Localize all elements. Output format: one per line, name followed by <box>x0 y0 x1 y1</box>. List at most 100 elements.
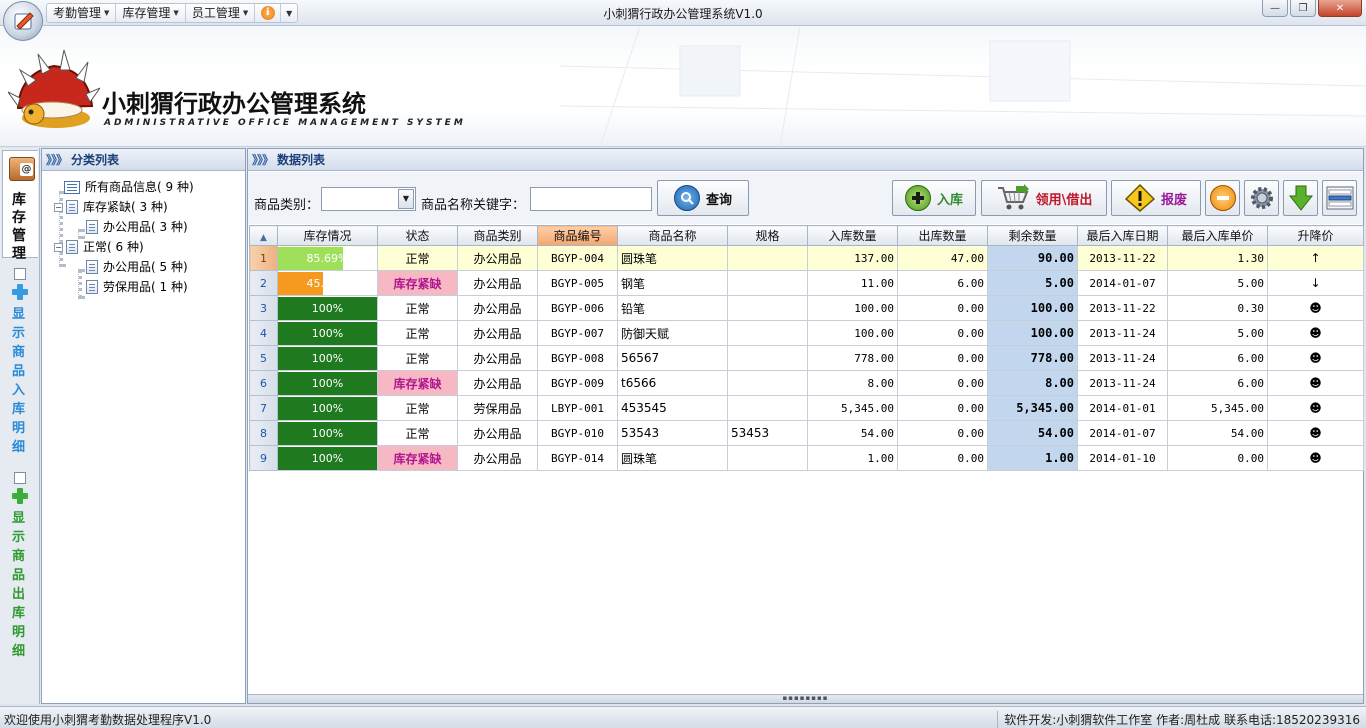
row-index[interactable]: 7 <box>249 395 278 421</box>
stock-out-detail-checkbox[interactable] <box>14 472 26 484</box>
collapse-toggle-icon[interactable]: − <box>54 242 63 252</box>
row-index[interactable]: 8 <box>249 420 278 446</box>
last-price-cell: 6.00 <box>1167 345 1268 371</box>
select-all-header[interactable]: ▲ <box>249 225 278 246</box>
code-cell: BGYP-008 <box>537 345 618 371</box>
tree-node-normal-office[interactable]: 办公用品( 5 种) <box>42 257 245 277</box>
column-header[interactable]: 最后入库日期 <box>1077 225 1168 246</box>
row-index[interactable]: 3 <box>249 295 278 321</box>
option-show-stock-in[interactable]: 显示商品入库明细 <box>12 268 32 457</box>
table-row[interactable]: 5 100% 正常 办公用品 BGYP-008 56567 778.00 0.00 778.00… <box>249 345 1364 371</box>
stock-percent: 100% <box>311 301 344 315</box>
quick-access-dropdown[interactable]: ▼ <box>281 9 297 18</box>
column-header[interactable]: 规格 <box>727 225 808 246</box>
table-row[interactable]: 1 85.69% 正常 办公用品 BGYP-004 圆珠笔 137.00 47.00 90.00… <box>249 245 1364 271</box>
app-menu-button[interactable] <box>3 1 43 41</box>
name-cell: 钢笔 <box>617 270 728 296</box>
status-message: 欢迎使用小刺猬考勤数据处理程序V1.0 <box>4 713 212 727</box>
stock-in-button[interactable]: 入库 <box>892 180 976 216</box>
tree-node-stock-short[interactable]: − 库存紧缺( 3 种) <box>42 197 245 217</box>
code-cell: BGYP-004 <box>537 245 618 271</box>
row-index[interactable]: 9 <box>249 445 278 471</box>
column-header[interactable]: 状态 <box>377 225 458 246</box>
document-icon <box>66 240 78 254</box>
close-button[interactable]: ✕ <box>1318 0 1362 17</box>
export-button[interactable] <box>1283 180 1318 216</box>
borrow-button[interactable]: 领用\借出 <box>981 180 1107 216</box>
data-panel-header: 》》》 数据列表 <box>248 149 1363 171</box>
search-button[interactable]: 查询 <box>657 180 749 216</box>
collapse-toggle-icon[interactable]: − <box>54 202 63 212</box>
tree-node-normal[interactable]: − 正常( 6 种) <box>42 237 245 257</box>
menu-inventory[interactable]: 库存管理 ▼ <box>116 4 186 22</box>
name-cell: 圆珠笔 <box>617 445 728 471</box>
row-index[interactable]: 5 <box>249 345 278 371</box>
column-header[interactable]: 商品类别 <box>457 225 538 246</box>
bottom-splitter[interactable]: ▪▪▪▪▪▪▪▪ <box>248 694 1363 703</box>
column-list-button[interactable] <box>1322 180 1357 216</box>
table-row[interactable]: 3 100% 正常 办公用品 BGYP-006 铅笔 100.00 0.00 100.00 201… <box>249 295 1364 321</box>
category-panel: 》》》 分类列表 所有商品信息( 9 种) − 库存紧缺( 3 种) 办公用品(… <box>41 148 246 704</box>
column-header[interactable]: 入库数量 <box>807 225 898 246</box>
column-header[interactable]: 商品名称 <box>617 225 728 246</box>
row-index[interactable]: 4 <box>249 320 278 346</box>
scrap-button[interactable]: 报废 <box>1111 180 1201 216</box>
minimize-button[interactable]: — <box>1262 0 1288 17</box>
table-row[interactable]: 7 100% 正常 劳保用品 LBYP-001 453545 5,345.00 0.00 5,3… <box>249 395 1364 421</box>
table-row[interactable]: 4 100% 正常 办公用品 BGYP-007 防御天赋 100.00 0.00 100.00 2… <box>249 320 1364 346</box>
category-tree: 所有商品信息( 9 种) − 库存紧缺( 3 种) 办公用品( 3 种) − 正… <box>42 171 245 299</box>
column-header[interactable]: 升降价 <box>1267 225 1364 246</box>
sort-icon: ▲ <box>260 232 267 243</box>
table-row[interactable]: 2 45.45% 库存紧缺 办公用品 BGYP-005 钢笔 11.00 6.00 5.00 20… <box>249 270 1364 296</box>
code-cell: BGYP-007 <box>537 320 618 346</box>
maximize-button[interactable]: ❐ <box>1290 0 1316 17</box>
chevron-down-icon[interactable]: ▼ <box>398 189 414 209</box>
column-header[interactable]: 最后入库单价 <box>1167 225 1268 246</box>
remain-qty-cell: 100.00 <box>987 320 1078 346</box>
stock-progress-bar: 100% <box>278 446 377 470</box>
category-panel-title: 分类列表 <box>71 152 120 167</box>
category-select[interactable]: ▼ <box>321 187 416 211</box>
code-cell: BGYP-006 <box>537 295 618 321</box>
code-cell: BGYP-010 <box>537 420 618 446</box>
stock-in-detail-label: 显示商品入库明细 <box>12 307 26 455</box>
in-qty-cell: 5,345.00 <box>807 395 898 421</box>
column-header[interactable]: 剩余数量 <box>987 225 1078 246</box>
last-price-cell: 5.00 <box>1167 320 1268 346</box>
row-index[interactable]: 1 <box>249 245 278 271</box>
menu-employee[interactable]: 员工管理 ▼ <box>186 4 256 22</box>
table-body: 1 85.69% 正常 办公用品 BGYP-004 圆珠笔 137.00 47.00 90.00… <box>249 245 1364 471</box>
remove-button[interactable] <box>1205 180 1240 216</box>
tree-node-short-office[interactable]: 办公用品( 3 种) <box>42 217 245 237</box>
row-index[interactable]: 2 <box>249 270 278 296</box>
double-chevron-icon: 》》》 <box>252 152 274 167</box>
remain-qty-cell: 100.00 <box>987 295 1078 321</box>
price-trend-cell: ↑ <box>1267 245 1364 271</box>
stock-level-cell: 100% <box>277 420 378 446</box>
table-row[interactable]: 6 100% 库存紧缺 办公用品 BGYP-009 t6566 8.00 0.00 8.00 20… <box>249 370 1364 396</box>
menu-attendance[interactable]: 考勤管理 ▼ <box>47 4 117 22</box>
tree-node-normal-labor[interactable]: 劳保用品( 1 种) <box>42 277 245 297</box>
tab-inventory-management[interactable]: @ 库存管理 <box>2 150 38 262</box>
column-header[interactable]: 出库数量 <box>897 225 988 246</box>
status-bar: 欢迎使用小刺猬考勤数据处理程序V1.0 软件开发:小刺猬软件工作室 作者:周杜成… <box>0 706 1366 728</box>
spec-cell <box>727 445 808 471</box>
category-filter-label: 商品类别： <box>254 198 320 213</box>
row-index[interactable]: 6 <box>249 370 278 396</box>
stock-percent: 100% <box>311 326 344 340</box>
column-header-sorted[interactable]: 商品编号 <box>537 225 618 246</box>
name-cell: 防御天赋 <box>617 320 728 346</box>
help-button[interactable]: i <box>255 4 282 22</box>
stock-in-detail-checkbox[interactable] <box>14 268 26 280</box>
option-show-stock-out[interactable]: 显示商品出库明细 <box>12 472 32 661</box>
table-row[interactable]: 9 100% 库存紧缺 办公用品 BGYP-014 圆珠笔 1.00 0.00 1.00 2014… <box>249 445 1364 471</box>
stock-progress-bar: 100% <box>278 421 377 445</box>
spec-cell <box>727 295 808 321</box>
spec-cell <box>727 245 808 271</box>
tree-node-all-products[interactable]: 所有商品信息( 9 种) <box>42 177 245 197</box>
double-chevron-icon: 》》》 <box>46 152 68 167</box>
column-header[interactable]: 库存情况 <box>277 225 378 246</box>
keyword-input[interactable] <box>530 187 652 211</box>
table-row[interactable]: 8 100% 正常 办公用品 BGYP-010 53543 53453 54.00 0.00 54… <box>249 420 1364 446</box>
settings-button[interactable] <box>1244 180 1279 216</box>
